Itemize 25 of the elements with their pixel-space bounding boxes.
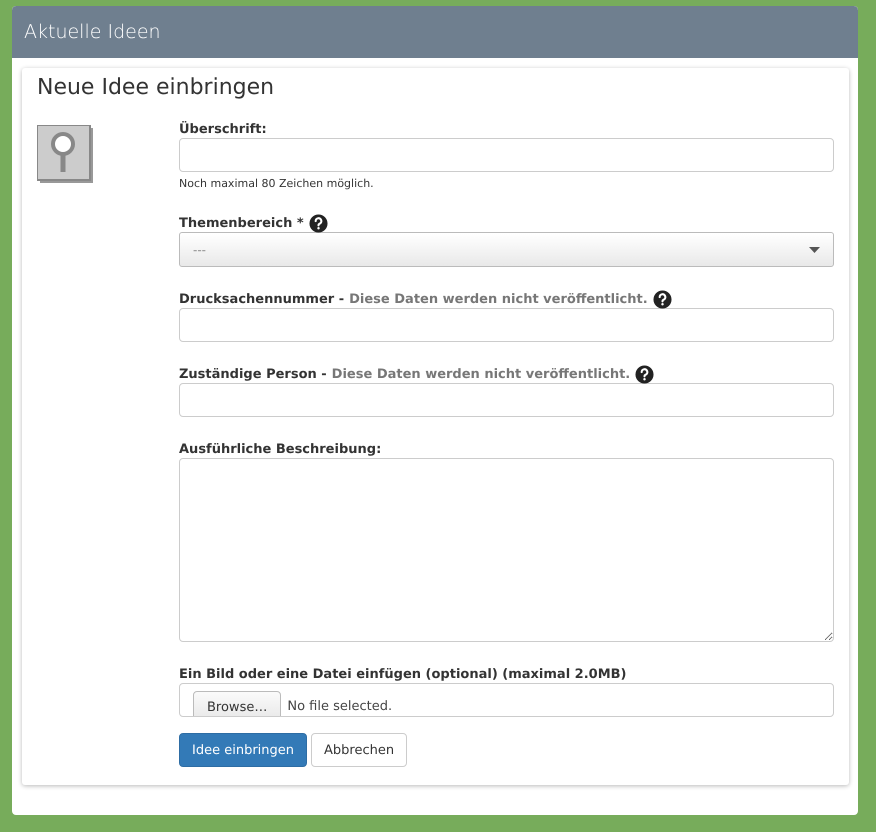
privacy-note: Diese Daten werden nicht veröffentlicht. [332,366,630,383]
hint-text: Noch maximal 80 Zeichen möglich. [179,177,374,191]
text-field[interactable] [179,138,834,172]
field-label: Ausführliche Beschreibung: [179,441,382,458]
help-icon[interactable] [308,214,328,233]
help-icon[interactable] [635,365,654,384]
field-label: Zuständige Person - [179,366,327,383]
privacy-note: Diese Daten werden nicht veröffentlicht. [349,291,648,308]
field-label: Themenbereich * [179,215,304,232]
pin-icon [37,125,93,183]
card-title: Neue Idee einbringen [37,74,274,102]
submit-button[interactable]: Idee einbringen [179,733,308,767]
description-field[interactable] [179,458,834,642]
panel-title: Aktuelle Ideen [24,21,161,43]
browse-button[interactable]: Browse… [193,691,282,716]
field-label: Drucksachennummer - [179,291,344,308]
cancel-button[interactable]: Abbrechen [311,733,408,767]
caret-icon [809,246,820,252]
text-field[interactable] [179,308,834,342]
field-label: Überschrift: [179,121,267,138]
file-field[interactable]: Browse… No file selected. [179,683,834,717]
help-icon[interactable] [652,290,672,309]
field-label: Ein Bild oder eine Datei einfügen (optional) (maximal 2.0MB) [179,666,626,683]
file-status: No file selected. [287,699,392,714]
text-field[interactable] [179,383,834,417]
